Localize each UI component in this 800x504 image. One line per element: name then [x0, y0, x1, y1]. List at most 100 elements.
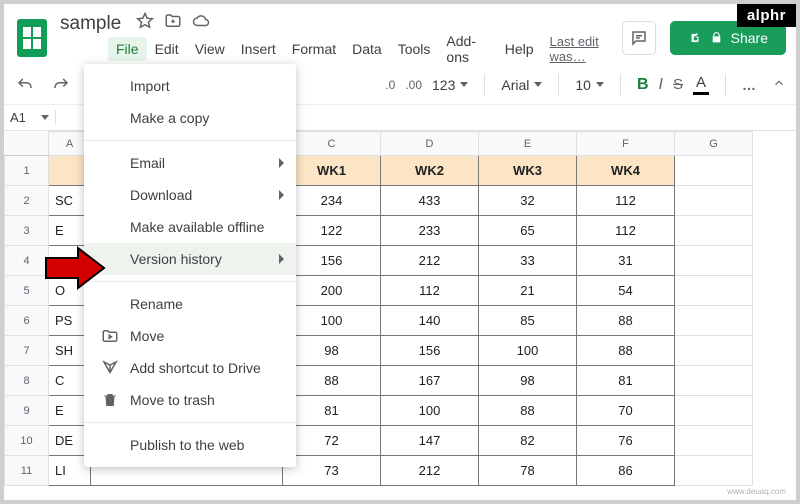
cell[interactable]: 212 — [381, 246, 479, 276]
cell[interactable]: 212 — [381, 456, 479, 486]
cell[interactable]: WK1 — [283, 156, 381, 186]
menu-view[interactable]: View — [187, 37, 233, 61]
cloud-status-icon[interactable] — [192, 12, 210, 35]
file-menu-item[interactable]: Add shortcut to Drive — [84, 352, 296, 384]
cell[interactable]: 100 — [381, 396, 479, 426]
cell[interactable]: 200 — [283, 276, 381, 306]
menu-data[interactable]: Data — [344, 37, 390, 61]
cell[interactable]: 433 — [381, 186, 479, 216]
name-box[interactable]: A1 — [4, 110, 56, 125]
comments-button[interactable] — [622, 21, 656, 55]
cell[interactable]: 81 — [577, 366, 675, 396]
file-menu-item[interactable]: Download — [84, 179, 296, 211]
font-family-select[interactable]: Arial — [501, 77, 542, 93]
font-size-select[interactable]: 10 — [575, 77, 604, 93]
cell[interactable]: 98 — [283, 336, 381, 366]
file-menu-item[interactable]: Make available offline — [84, 211, 296, 243]
file-menu-item[interactable]: Move — [84, 320, 296, 352]
cell[interactable]: 88 — [577, 306, 675, 336]
redo-button[interactable] — [50, 74, 72, 96]
strikethrough-button[interactable]: S — [673, 76, 683, 93]
column-header[interactable]: F — [577, 132, 675, 156]
cell[interactable]: 156 — [283, 246, 381, 276]
cell[interactable] — [675, 276, 753, 306]
undo-button[interactable] — [14, 74, 36, 96]
cell[interactable] — [675, 216, 753, 246]
cell[interactable]: 78 — [479, 456, 577, 486]
italic-button[interactable]: I — [659, 76, 663, 94]
cell[interactable]: WK2 — [381, 156, 479, 186]
row-header[interactable]: 6 — [5, 306, 49, 336]
cell[interactable]: 76 — [577, 426, 675, 456]
column-header[interactable]: E — [479, 132, 577, 156]
cell[interactable]: 33 — [479, 246, 577, 276]
cell[interactable] — [675, 186, 753, 216]
cell[interactable] — [675, 396, 753, 426]
number-format-select[interactable]: 123 — [432, 77, 468, 93]
folder-move-icon[interactable] — [164, 12, 182, 35]
decrease-decimal-button[interactable]: .0 — [385, 78, 395, 92]
cell[interactable] — [675, 306, 753, 336]
cell[interactable]: 85 — [479, 306, 577, 336]
cell[interactable]: 32 — [479, 186, 577, 216]
file-menu-item[interactable]: Version history — [84, 243, 296, 275]
cell[interactable]: 86 — [577, 456, 675, 486]
cell[interactable]: 21 — [479, 276, 577, 306]
increase-decimal-button[interactable]: .00 — [405, 78, 422, 92]
row-header[interactable]: 2 — [5, 186, 49, 216]
row-header[interactable]: 5 — [5, 276, 49, 306]
cell[interactable]: 147 — [381, 426, 479, 456]
cell[interactable]: 81 — [283, 396, 381, 426]
row-header[interactable]: 3 — [5, 216, 49, 246]
cell[interactable]: 88 — [577, 336, 675, 366]
menu-help[interactable]: Help — [497, 37, 542, 61]
cell[interactable]: 73 — [283, 456, 381, 486]
row-header[interactable]: 9 — [5, 396, 49, 426]
menu-tools[interactable]: Tools — [390, 37, 439, 61]
cell[interactable]: 98 — [479, 366, 577, 396]
cell[interactable]: 112 — [577, 216, 675, 246]
file-menu-item[interactable]: Publish to the web — [84, 429, 296, 461]
row-header[interactable]: 7 — [5, 336, 49, 366]
cell[interactable] — [675, 336, 753, 366]
cell[interactable] — [675, 426, 753, 456]
cell[interactable]: 70 — [577, 396, 675, 426]
more-tools-button[interactable]: … — [742, 77, 756, 93]
file-menu-item[interactable]: Import — [84, 70, 296, 102]
cell[interactable]: WK4 — [577, 156, 675, 186]
cell[interactable]: 54 — [577, 276, 675, 306]
collapse-toolbar-button[interactable] — [772, 76, 786, 93]
cell[interactable]: 88 — [283, 366, 381, 396]
menu-insert[interactable]: Insert — [233, 37, 284, 61]
cell[interactable]: 65 — [479, 216, 577, 246]
cell[interactable]: 112 — [381, 276, 479, 306]
row-header[interactable]: 4 — [5, 246, 49, 276]
cell[interactable]: 88 — [479, 396, 577, 426]
cell[interactable]: 233 — [381, 216, 479, 246]
text-color-button[interactable]: A — [693, 74, 709, 95]
column-header[interactable]: C — [283, 132, 381, 156]
row-header[interactable]: 11 — [5, 456, 49, 486]
column-header[interactable]: D — [381, 132, 479, 156]
document-title[interactable]: sample — [60, 13, 121, 35]
row-header[interactable]: 8 — [5, 366, 49, 396]
cell[interactable] — [675, 366, 753, 396]
cell[interactable]: 234 — [283, 186, 381, 216]
cell[interactable] — [675, 456, 753, 486]
cell[interactable]: 31 — [577, 246, 675, 276]
cell[interactable]: 140 — [381, 306, 479, 336]
cell[interactable]: 100 — [479, 336, 577, 366]
last-edit-link[interactable]: Last edit was… — [550, 34, 622, 64]
cell[interactable]: 122 — [283, 216, 381, 246]
file-menu-item[interactable]: Rename — [84, 288, 296, 320]
cell[interactable]: 100 — [283, 306, 381, 336]
bold-button[interactable]: B — [637, 76, 649, 94]
menu-addons[interactable]: Add-ons — [438, 29, 496, 69]
cell[interactable]: 156 — [381, 336, 479, 366]
row-header[interactable]: 1 — [5, 156, 49, 186]
file-menu-item[interactable]: Move to trash — [84, 384, 296, 416]
cell[interactable]: WK3 — [479, 156, 577, 186]
sheets-logo[interactable] — [14, 20, 50, 56]
cell[interactable] — [675, 156, 753, 186]
column-header[interactable]: G — [675, 132, 753, 156]
